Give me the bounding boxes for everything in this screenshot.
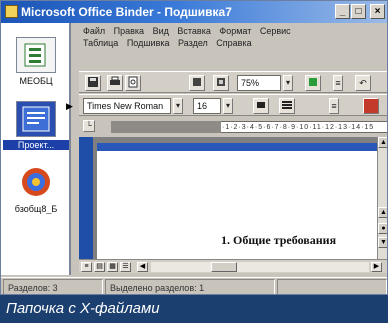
scroll-up-icon[interactable]: ▲: [378, 137, 387, 148]
bold-button[interactable]: [253, 98, 269, 114]
close-button[interactable]: ×: [370, 4, 385, 19]
menu-binder[interactable]: Подшивка: [127, 37, 170, 49]
menu-table[interactable]: Таблица: [83, 37, 118, 49]
binder-sections-pane: МЕОБЦ Проект... бзобщ8_Б ▶: [1, 23, 73, 275]
ruler-margin: [111, 121, 221, 133]
ruler-area: └ ·1·2·3·4·5·6·7·8·9·10·11·12·13·14·15: [79, 117, 387, 137]
binder-window: Microsoft Office Binder - Подшивка7 _ □ …: [0, 0, 388, 295]
online-view-icon[interactable]: ▤: [94, 262, 105, 272]
format-more-icon[interactable]: ≡: [329, 98, 339, 114]
section-item-presentation[interactable]: бзобщ8_Б: [3, 165, 69, 214]
word-document-icon: [16, 101, 56, 137]
title-bar[interactable]: Microsoft Office Binder - Подшивка7 _ □ …: [1, 1, 387, 23]
zoom-dropdown-icon[interactable]: ▾: [283, 75, 293, 91]
menu-bar: Файл Правка Вид Вставка Формат Сервис Та…: [73, 25, 387, 49]
menu-view[interactable]: Вид: [153, 25, 169, 37]
font-size-select[interactable]: 16: [193, 98, 221, 114]
menu-insert[interactable]: Вставка: [177, 25, 210, 37]
section-count: Разделов: 3: [3, 279, 103, 294]
selected-count: Выделено разделов: 1: [105, 279, 275, 294]
excel-sheet-icon: [16, 37, 56, 73]
next-page-icon[interactable]: ▼: [378, 237, 387, 248]
window-title: Microsoft Office Binder - Подшивка7: [21, 5, 232, 19]
scroll-left-icon[interactable]: ◀: [137, 262, 148, 272]
print-preview-button[interactable]: [125, 75, 141, 91]
horizontal-scroll-track[interactable]: [151, 262, 369, 272]
vertical-ruler: [79, 137, 93, 259]
menu-edit[interactable]: Правка: [114, 25, 144, 37]
save-button[interactable]: [85, 75, 101, 91]
tab-selector-icon[interactable]: └: [83, 120, 95, 132]
zoom-select[interactable]: 75%: [237, 75, 281, 91]
formatting-toolbar: Times New Roman ▾ 16 ▾ ≡: [79, 94, 387, 116]
maximize-button[interactable]: □: [351, 4, 366, 19]
undo-button[interactable]: ↶: [355, 75, 371, 91]
page-layout-view-icon[interactable]: ▦: [107, 262, 118, 272]
document-heading: 1. Общие требования: [221, 233, 337, 247]
toolbar-more-icon[interactable]: ≡: [333, 75, 343, 91]
document-area: 1. Общие требования: [79, 137, 377, 259]
select-browse-object-icon[interactable]: ●: [378, 223, 387, 234]
print-button[interactable]: [107, 75, 123, 91]
align-button[interactable]: [279, 98, 295, 114]
binder-app-icon[interactable]: [5, 5, 18, 18]
menu-format[interactable]: Формат: [219, 25, 251, 37]
font-name-select[interactable]: Times New Roman: [83, 98, 171, 114]
caption: Папочка с X-файлами: [0, 295, 388, 323]
section-label: МЕОБЦ: [19, 76, 53, 86]
outline-view-icon[interactable]: ☰: [120, 262, 131, 272]
selected-arrow-icon: ▶: [66, 101, 73, 111]
size-dropdown-icon[interactable]: ▾: [223, 98, 233, 114]
cut-button[interactable]: [189, 75, 205, 91]
section-label: Проект...: [3, 140, 69, 150]
menu-file[interactable]: Файл: [83, 25, 105, 37]
standard-toolbar: 75% ▾ ≡ ↶: [79, 71, 387, 93]
menu-section[interactable]: Раздел: [178, 37, 208, 49]
paste-button[interactable]: [213, 75, 229, 91]
presentation-icon: [16, 165, 56, 201]
section-label: бзобщ8_Б: [14, 204, 58, 214]
font-dropdown-icon[interactable]: ▾: [173, 98, 183, 114]
menu-tools[interactable]: Сервис: [260, 25, 291, 37]
horizontal-scrollbar[interactable]: ≡ ▤ ▦ ☰ ◀ ▶: [79, 259, 387, 273]
minimize-button[interactable]: _: [335, 4, 350, 19]
normal-view-icon[interactable]: ≡: [81, 262, 92, 272]
status-empty: [277, 279, 387, 294]
help-button[interactable]: [305, 75, 321, 91]
prev-page-icon[interactable]: ▲: [378, 207, 387, 218]
highlight-color-button[interactable]: [363, 98, 379, 114]
menu-help[interactable]: Справка: [216, 37, 251, 49]
scroll-right-icon[interactable]: ▶: [371, 262, 382, 272]
status-bar: Разделов: 3 Выделено разделов: 1: [1, 277, 387, 294]
section-item-word[interactable]: Проект...: [3, 101, 69, 150]
vertical-scrollbar[interactable]: ▲ ▲ ● ▼: [377, 137, 387, 259]
section-item-excel[interactable]: МЕОБЦ: [3, 37, 69, 86]
horizontal-scroll-thumb[interactable]: [211, 262, 237, 272]
